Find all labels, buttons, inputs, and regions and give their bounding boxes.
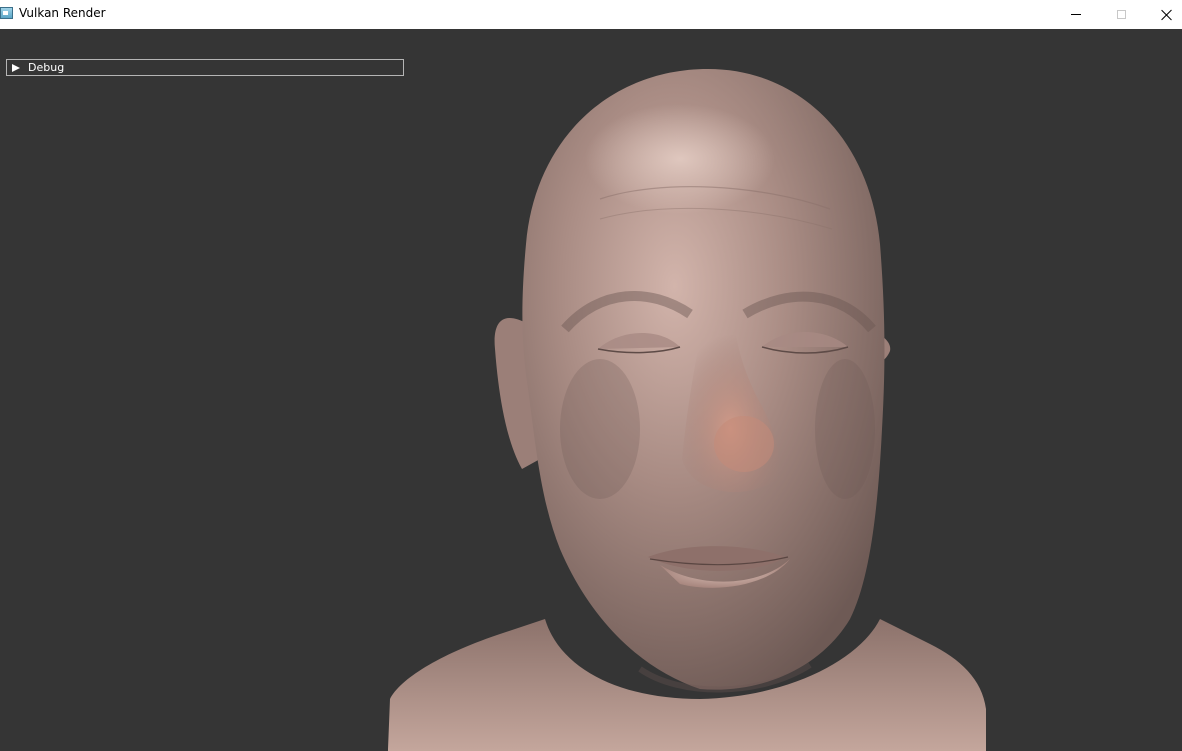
maximize-button[interactable] — [1098, 0, 1144, 29]
minimize-icon — [1071, 14, 1081, 15]
window-title: Vulkan Render — [19, 6, 106, 20]
debug-label: Debug — [28, 61, 65, 74]
app-window-icon — [0, 7, 13, 19]
maximize-icon — [1116, 10, 1126, 19]
debug-collapsible-header[interactable]: Debug — [6, 59, 404, 76]
rendered-head-model — [388, 69, 986, 751]
close-icon — [1161, 9, 1173, 21]
app-window: Vulkan Render Debug — [0, 0, 1182, 751]
render-viewport[interactable]: Debug — [0, 29, 1182, 751]
collapsed-triangle-icon — [12, 63, 20, 72]
title-bar[interactable]: Vulkan Render — [0, 0, 1182, 29]
minimize-button[interactable] — [1053, 0, 1099, 29]
close-button[interactable] — [1144, 0, 1182, 29]
